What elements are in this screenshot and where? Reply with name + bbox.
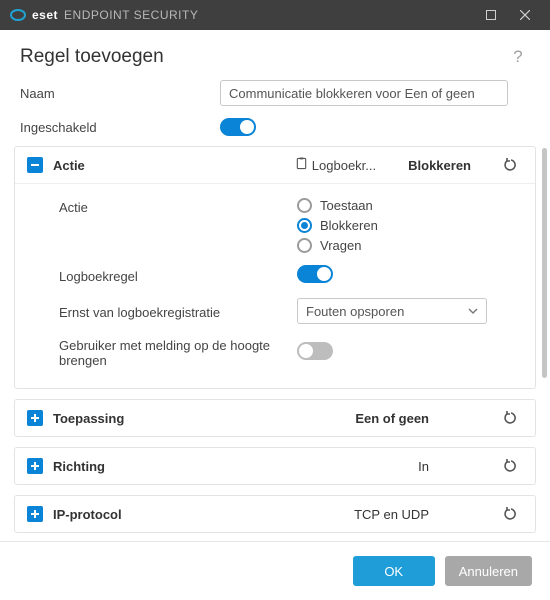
radio-icon xyxy=(297,238,312,253)
section-direction-header[interactable]: Richting In xyxy=(15,448,535,484)
action-radio-label: Actie xyxy=(59,198,297,215)
section-direction: Richting In xyxy=(14,447,536,485)
section-ip-protocol-title: IP-protocol xyxy=(53,507,122,522)
window-maximize-button[interactable] xyxy=(474,0,508,30)
log-rule-label: Logboekregel xyxy=(59,267,297,284)
section-application-header[interactable]: Toepassing Een of geen xyxy=(15,400,535,436)
window-close-button[interactable] xyxy=(508,0,542,30)
section-ip-protocol-reset-button[interactable] xyxy=(499,506,523,522)
section-application-summary: Een of geen xyxy=(355,411,429,426)
action-radio-row: Actie Toestaan Blokkeren Vragen xyxy=(15,192,535,259)
scrollbar-thumb[interactable] xyxy=(542,148,547,378)
section-ip-protocol-header[interactable]: IP-protocol TCP en UDP xyxy=(15,496,535,532)
section-application-title: Toepassing xyxy=(53,411,124,426)
action-option-ask[interactable]: Vragen xyxy=(297,238,519,253)
titlebar: eset ENDPOINT SECURITY xyxy=(0,0,550,30)
section-action-log-summary: Logboekr... xyxy=(295,157,376,173)
enabled-row: Ingeschakeld xyxy=(0,112,550,142)
ok-button[interactable]: OK xyxy=(353,556,435,586)
page-header: Regel toevoegen ? xyxy=(0,30,550,74)
name-row: Naam xyxy=(0,74,550,112)
expand-icon xyxy=(27,506,43,522)
notify-row: Gebruiker met melding op de hoogte breng… xyxy=(15,330,535,374)
section-action-body: Actie Toestaan Blokkeren Vragen xyxy=(15,183,535,388)
section-application: Toepassing Een of geen xyxy=(14,399,536,437)
eset-logo-icon xyxy=(10,7,26,23)
action-option-allow[interactable]: Toestaan xyxy=(297,198,519,213)
radio-label: Toestaan xyxy=(320,198,373,213)
section-direction-reset-button[interactable] xyxy=(499,458,523,474)
enabled-label: Ingeschakeld xyxy=(20,120,220,135)
action-option-block[interactable]: Blokkeren xyxy=(297,218,519,233)
name-label: Naam xyxy=(20,86,220,101)
brand-product: ENDPOINT SECURITY xyxy=(64,8,198,22)
radio-label: Vragen xyxy=(320,238,361,253)
content-scroll-area: Actie Logboekr... Blokkeren Actie To xyxy=(0,142,550,541)
section-ip-protocol-summary: TCP en UDP xyxy=(354,507,429,522)
severity-label: Ernst van logboekregistratie xyxy=(59,303,297,320)
brand-eset: eset xyxy=(32,8,58,22)
section-action-reset-button[interactable] xyxy=(499,157,523,173)
collapse-icon xyxy=(27,157,43,173)
section-action-header[interactable]: Actie Logboekr... Blokkeren xyxy=(15,147,535,183)
name-input[interactable] xyxy=(220,80,508,106)
log-rule-row: Logboekregel xyxy=(15,259,535,292)
section-direction-title: Richting xyxy=(53,459,105,474)
severity-row: Ernst van logboekregistratie Fouten opsp… xyxy=(15,292,535,330)
notify-toggle[interactable] xyxy=(297,342,333,360)
action-radio-group: Toestaan Blokkeren Vragen xyxy=(297,198,519,253)
radio-label: Blokkeren xyxy=(320,218,378,233)
help-button[interactable]: ? xyxy=(506,47,530,67)
radio-icon xyxy=(297,198,312,213)
section-action-summary: Blokkeren xyxy=(408,158,471,173)
section-action-title: Actie xyxy=(53,158,85,173)
section-action: Actie Logboekr... Blokkeren Actie To xyxy=(14,146,536,389)
section-action-log-label: Logboekr... xyxy=(312,158,376,173)
expand-icon xyxy=(27,410,43,426)
brand: eset ENDPOINT SECURITY xyxy=(10,7,198,23)
enabled-toggle[interactable] xyxy=(220,118,256,136)
page-title: Regel toevoegen xyxy=(20,46,164,68)
severity-select[interactable]: Fouten opsporen xyxy=(297,298,487,324)
expand-icon xyxy=(27,458,43,474)
clipboard-icon xyxy=(295,157,308,173)
section-ip-protocol: IP-protocol TCP en UDP xyxy=(14,495,536,533)
footer: OK Annuleren xyxy=(0,541,550,600)
scrollbar[interactable] xyxy=(542,148,547,535)
cancel-button[interactable]: Annuleren xyxy=(445,556,532,586)
severity-value: Fouten opsporen xyxy=(306,304,404,319)
section-application-reset-button[interactable] xyxy=(499,410,523,426)
log-rule-toggle[interactable] xyxy=(297,265,333,283)
radio-icon xyxy=(297,218,312,233)
chevron-down-icon xyxy=(468,304,478,319)
notify-label: Gebruiker met melding op de hoogte breng… xyxy=(59,336,297,368)
section-direction-summary: In xyxy=(418,459,429,474)
